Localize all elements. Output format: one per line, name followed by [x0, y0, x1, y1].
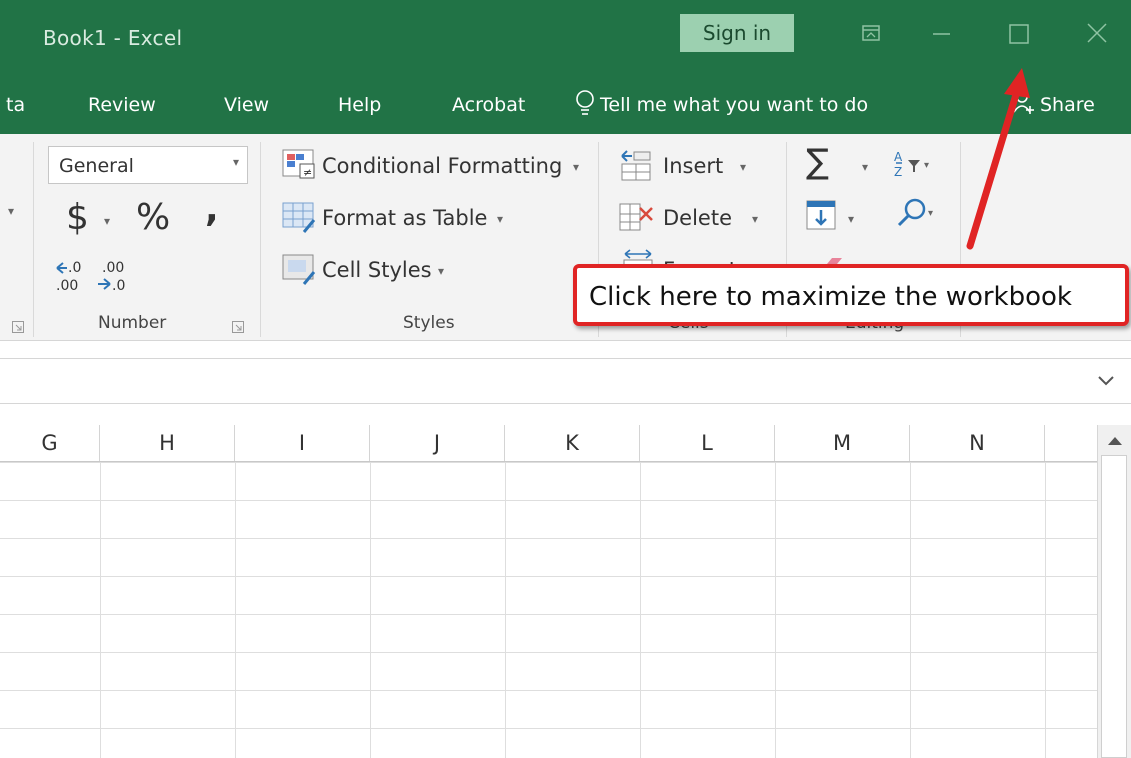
column-header-k[interactable]: K [505, 425, 640, 461]
comma-style-button[interactable]: , [205, 189, 219, 230]
chevron-down-icon[interactable]: ▾ [740, 160, 746, 174]
grid-line [640, 462, 641, 758]
chevron-down-icon[interactable]: ▾ [848, 212, 854, 226]
ribbon-display-options-icon[interactable] [848, 14, 894, 54]
sign-in-button[interactable]: Sign in [680, 14, 794, 52]
chevron-down-icon[interactable]: ▾ [104, 214, 110, 228]
grid-line [235, 462, 236, 758]
styles-group-label: Styles [403, 313, 455, 333]
grid-line [505, 462, 506, 758]
grid-line [910, 462, 911, 758]
autosum-button[interactable]: ∑ [806, 142, 829, 182]
tab-view[interactable]: View [224, 94, 269, 116]
tab-data[interactable]: ta [6, 94, 25, 116]
grid-line [100, 462, 101, 758]
number-format-dropdown[interactable]: General ▾ [48, 146, 248, 184]
increase-decimal-top: .0 [68, 260, 81, 276]
column-header-h[interactable]: H [100, 425, 235, 461]
column-headers: G H I J K L M N [0, 425, 1097, 462]
svg-text:▾: ▾ [928, 208, 933, 219]
decrease-decimal-button[interactable]: .00 .0 [96, 258, 130, 298]
column-header-j[interactable]: J [370, 425, 505, 461]
sort-filter-icon[interactable]: A Z ▾ [892, 148, 938, 184]
chevron-down-icon[interactable]: ▾ [8, 204, 14, 218]
window-title: Book1 - Excel [43, 26, 183, 50]
increase-decimal-bottom: .00 [56, 278, 78, 294]
group-separator [33, 142, 34, 337]
dialog-launcher-icon[interactable] [12, 318, 24, 333]
group-separator [260, 142, 261, 337]
annotation-callout: Click here to maximize the workbook [573, 264, 1129, 326]
chevron-down-icon: ▾ [232, 155, 239, 169]
find-select-icon[interactable]: ▾ [894, 196, 940, 234]
cell-styles-button[interactable]: Cell Styles [322, 258, 432, 282]
chevron-down-icon[interactable]: ▾ [862, 160, 868, 174]
grid-line [775, 462, 776, 758]
grid-line [1045, 462, 1046, 758]
annotation-text: Click here to maximize the workbook [589, 282, 1072, 312]
number-group-label: Number [98, 313, 167, 333]
lightbulb-icon [574, 88, 596, 122]
increase-decimal-button[interactable]: .0 .00 [54, 258, 88, 298]
fill-down-icon[interactable] [806, 200, 836, 234]
number-format-value: General [59, 155, 134, 177]
chevron-down-icon[interactable]: ▾ [573, 160, 579, 174]
svg-text:A: A [894, 150, 903, 164]
svg-text:Z: Z [894, 165, 902, 179]
expand-formula-bar-icon[interactable] [1096, 373, 1116, 393]
minimize-icon[interactable] [918, 14, 964, 54]
column-header-i[interactable]: I [235, 425, 370, 461]
insert-button[interactable]: Insert [663, 154, 723, 178]
maximize-icon[interactable] [996, 14, 1042, 54]
tell-me-search[interactable]: Tell me what you want to do [600, 94, 868, 116]
svg-text:≠: ≠ [303, 166, 312, 179]
column-header-g[interactable]: G [0, 425, 100, 461]
share-button[interactable]: Share [1040, 94, 1095, 116]
insert-cells-icon [618, 148, 652, 186]
format-as-table-icon [282, 202, 316, 238]
decrease-decimal-top: .00 [102, 260, 124, 276]
close-icon[interactable] [1073, 14, 1119, 54]
chevron-down-icon[interactable]: ▾ [752, 212, 758, 226]
formula-bar[interactable] [0, 358, 1131, 404]
tab-review[interactable]: Review [88, 94, 156, 116]
delete-button[interactable]: Delete [663, 206, 732, 230]
conditional-formatting-icon: ≠ [282, 149, 316, 185]
decrease-decimal-bottom: .0 [112, 278, 125, 294]
dialog-launcher-icon[interactable] [232, 318, 244, 333]
scroll-up-arrow-icon[interactable] [1106, 433, 1124, 452]
delete-cells-icon [618, 200, 656, 238]
svg-text:▾: ▾ [924, 160, 929, 171]
tab-help[interactable]: Help [338, 94, 381, 116]
grid-line [370, 462, 371, 758]
currency-format-button[interactable]: $ [66, 197, 89, 238]
annotation-arrow [966, 68, 1030, 250]
scroll-thumb[interactable] [1101, 455, 1127, 758]
cell-styles-icon [282, 254, 316, 290]
column-header-l[interactable]: L [640, 425, 775, 461]
percent-style-button[interactable]: % [136, 197, 170, 238]
tab-acrobat[interactable]: Acrobat [452, 94, 525, 116]
column-header-m[interactable]: M [775, 425, 910, 461]
chevron-down-icon[interactable]: ▾ [497, 212, 503, 226]
format-as-table-button[interactable]: Format as Table [322, 206, 487, 230]
chevron-down-icon[interactable]: ▾ [438, 264, 444, 278]
cell-grid[interactable] [0, 462, 1097, 758]
column-header-n[interactable]: N [910, 425, 1045, 461]
vertical-scrollbar[interactable] [1097, 425, 1131, 758]
conditional-formatting-button[interactable]: Conditional Formatting [322, 154, 562, 178]
